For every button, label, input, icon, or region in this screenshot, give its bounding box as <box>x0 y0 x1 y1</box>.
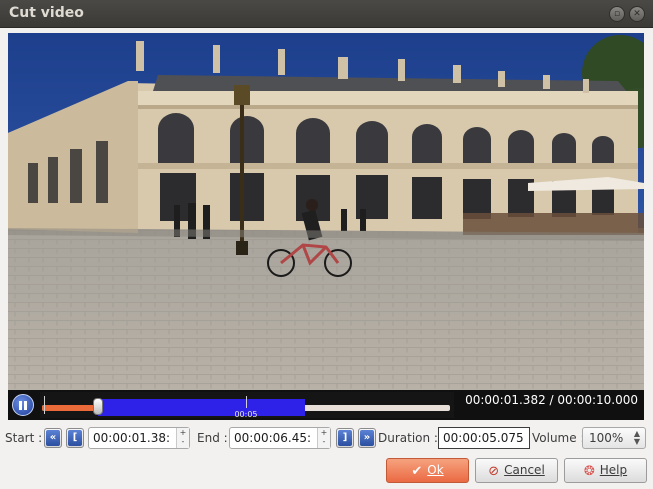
end-spin-arrows[interactable]: + - <box>317 428 330 448</box>
volume-label: Volume : <box>532 431 585 445</box>
close-icon[interactable]: ✕ <box>629 6 645 22</box>
start-time-value: 00:00:01.38: <box>93 431 171 445</box>
duration-value: 00:00:05.075 <box>438 427 530 449</box>
minimize-icon[interactable]: ▫ <box>609 6 625 22</box>
dialog-button-row: ✔ Ok ⊘ Cancel ❂ Help <box>0 455 653 489</box>
tick-label: 00:05 <box>234 410 258 419</box>
cancel-icon: ⊘ <box>488 464 500 479</box>
duration-label: Duration : <box>378 431 438 445</box>
end-label: End : <box>197 431 228 445</box>
seek-to-end-button[interactable]: » <box>358 428 376 448</box>
pause-icon[interactable] <box>12 394 34 416</box>
video-preview <box>8 33 644 390</box>
player-control-bar: 00:05 00:00:01.382 / 00:00:10.000 <box>8 390 644 420</box>
volume-select[interactable]: 100% ▲ ▼ <box>582 427 646 449</box>
spin-arrows-icon: ▲ ▼ <box>633 429 640 446</box>
set-start-button[interactable]: [ <box>66 428 84 448</box>
start-label: Start : <box>5 431 43 445</box>
seek-played <box>42 405 99 411</box>
cancel-button[interactable]: ⊘ Cancel <box>475 458 558 483</box>
fast-forward-icon: » <box>360 430 374 446</box>
checkmark-icon: ✔ <box>411 464 423 479</box>
lifebuoy-icon: ❂ <box>583 464 595 479</box>
ok-button[interactable]: ✔ Ok <box>386 458 469 483</box>
bracket-left-icon: [ <box>68 430 82 446</box>
help-label: Help <box>599 463 628 477</box>
volume-value: 100% <box>589 431 624 445</box>
cancel-label: Cancel <box>504 463 545 477</box>
set-end-button[interactable]: ] <box>336 428 354 448</box>
video-frame-image <box>8 33 644 390</box>
start-spin-arrows[interactable]: + - <box>176 428 189 448</box>
end-time-input[interactable]: 00:00:06.45: + - <box>229 427 331 449</box>
seek-bar[interactable]: 00:05 <box>40 392 454 419</box>
window-title: Cut video <box>9 5 84 21</box>
cut-controls-row: Start : « [ 00:00:01.38: + - End : 00:00:… <box>0 424 653 452</box>
seek-handle[interactable] <box>93 398 104 415</box>
start-tick <box>44 396 45 414</box>
start-time-input[interactable]: 00:00:01.38: + - <box>88 427 190 449</box>
timecode: 00:00:01.382 / 00:00:10.000 <box>465 393 638 407</box>
rewind-icon: « <box>46 430 60 446</box>
seek-to-start-button[interactable]: « <box>44 428 62 448</box>
ok-label: Ok <box>427 463 444 477</box>
bracket-right-icon: ] <box>338 430 352 446</box>
title-bar: Cut video ▫ ✕ <box>0 0 653 28</box>
help-button[interactable]: ❂ Help <box>564 458 647 483</box>
mid-tick <box>246 396 247 408</box>
cut-selection <box>98 399 306 416</box>
end-time-value: 00:00:06.45: <box>234 431 312 445</box>
